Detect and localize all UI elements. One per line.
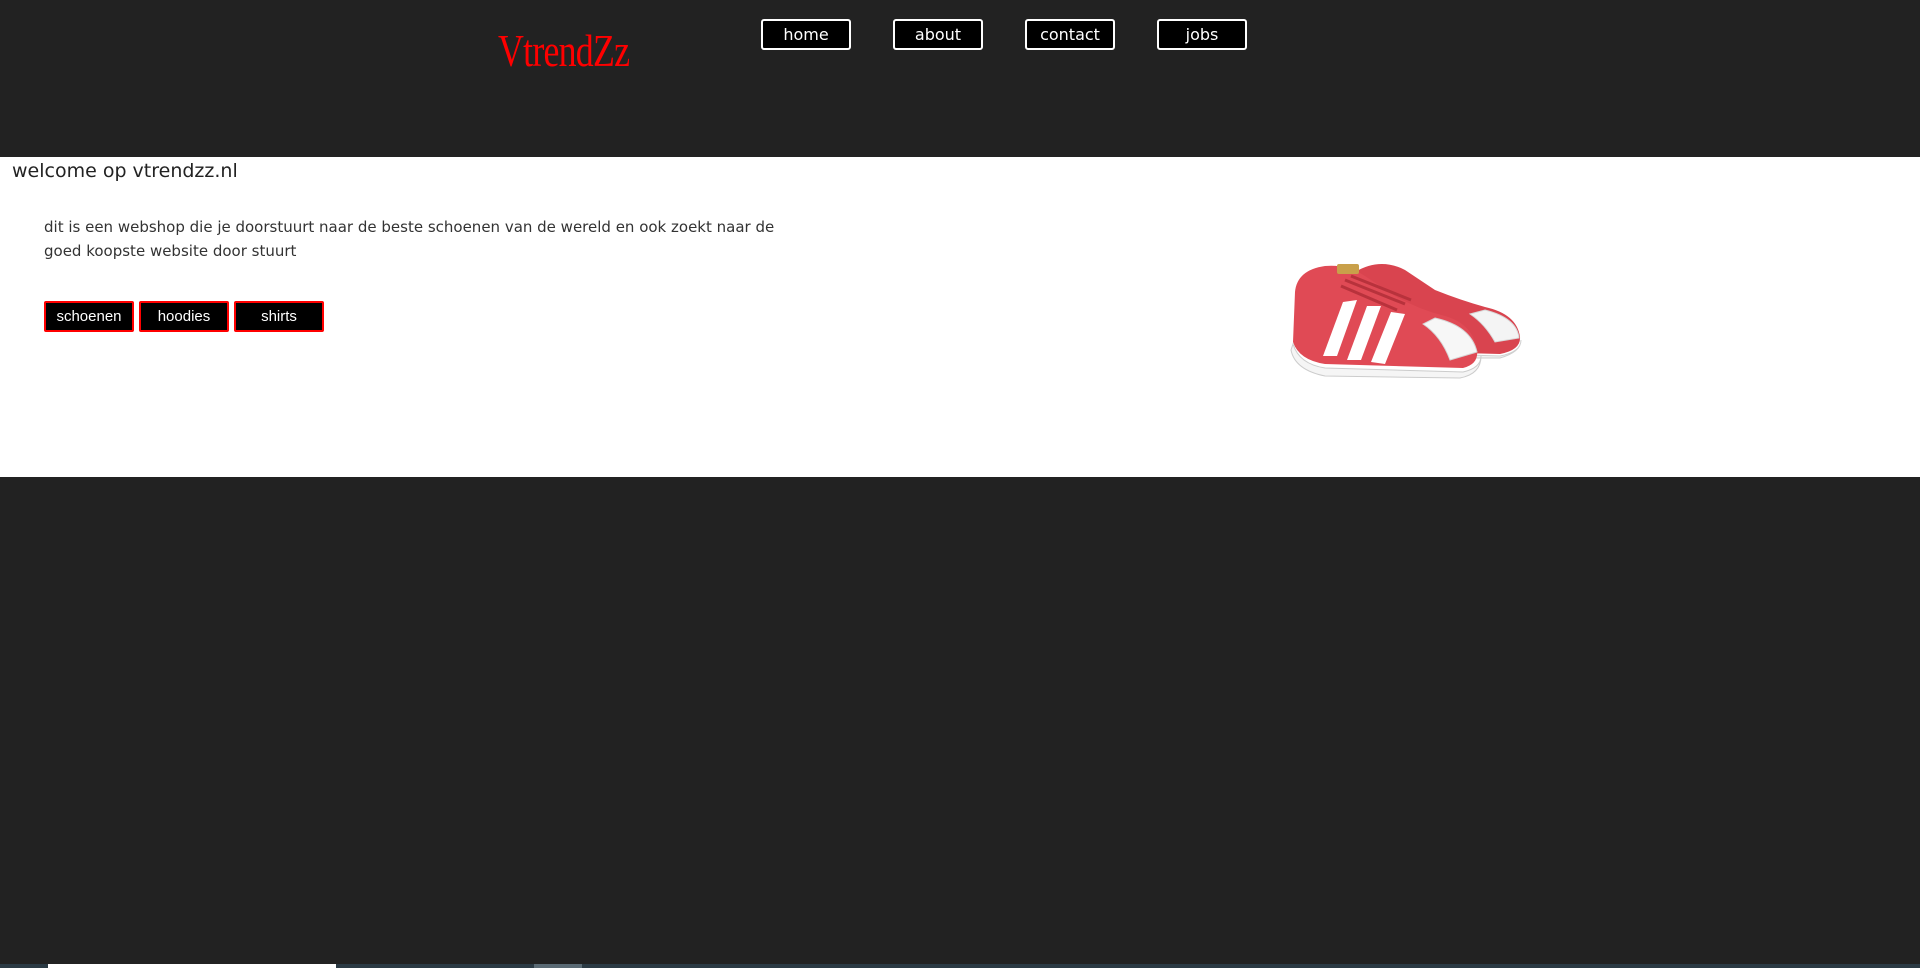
category-schoenen-button[interactable]: schoenen <box>44 301 134 332</box>
nav-jobs-button[interactable]: jobs <box>1157 19 1247 50</box>
site-header: VtrendZz home about contact jobs <box>0 0 1920 157</box>
welcome-heading: welcome op vtrendzz.nl <box>12 160 238 182</box>
taskbar-search-box[interactable] <box>48 964 336 968</box>
nav-contact-button[interactable]: contact <box>1025 19 1115 50</box>
category-hoodies-button[interactable]: hoodies <box>139 301 229 332</box>
nav-home-button[interactable]: home <box>761 19 851 50</box>
nav-about-button[interactable]: about <box>893 19 983 50</box>
red-sneaker-image <box>1290 263 1522 379</box>
intro-text: dit is een webshop die je doorstuurt naa… <box>44 218 775 260</box>
taskbar-item[interactable] <box>534 964 582 968</box>
category-shirts-button[interactable]: shirts <box>234 301 324 332</box>
main-content: welcome op vtrendzz.nl dit is een websho… <box>0 157 1920 477</box>
category-buttons: schoenen hoodies shirts <box>44 301 324 332</box>
main-nav: home about contact jobs <box>761 19 1247 50</box>
site-logo[interactable]: VtrendZz <box>498 24 630 77</box>
